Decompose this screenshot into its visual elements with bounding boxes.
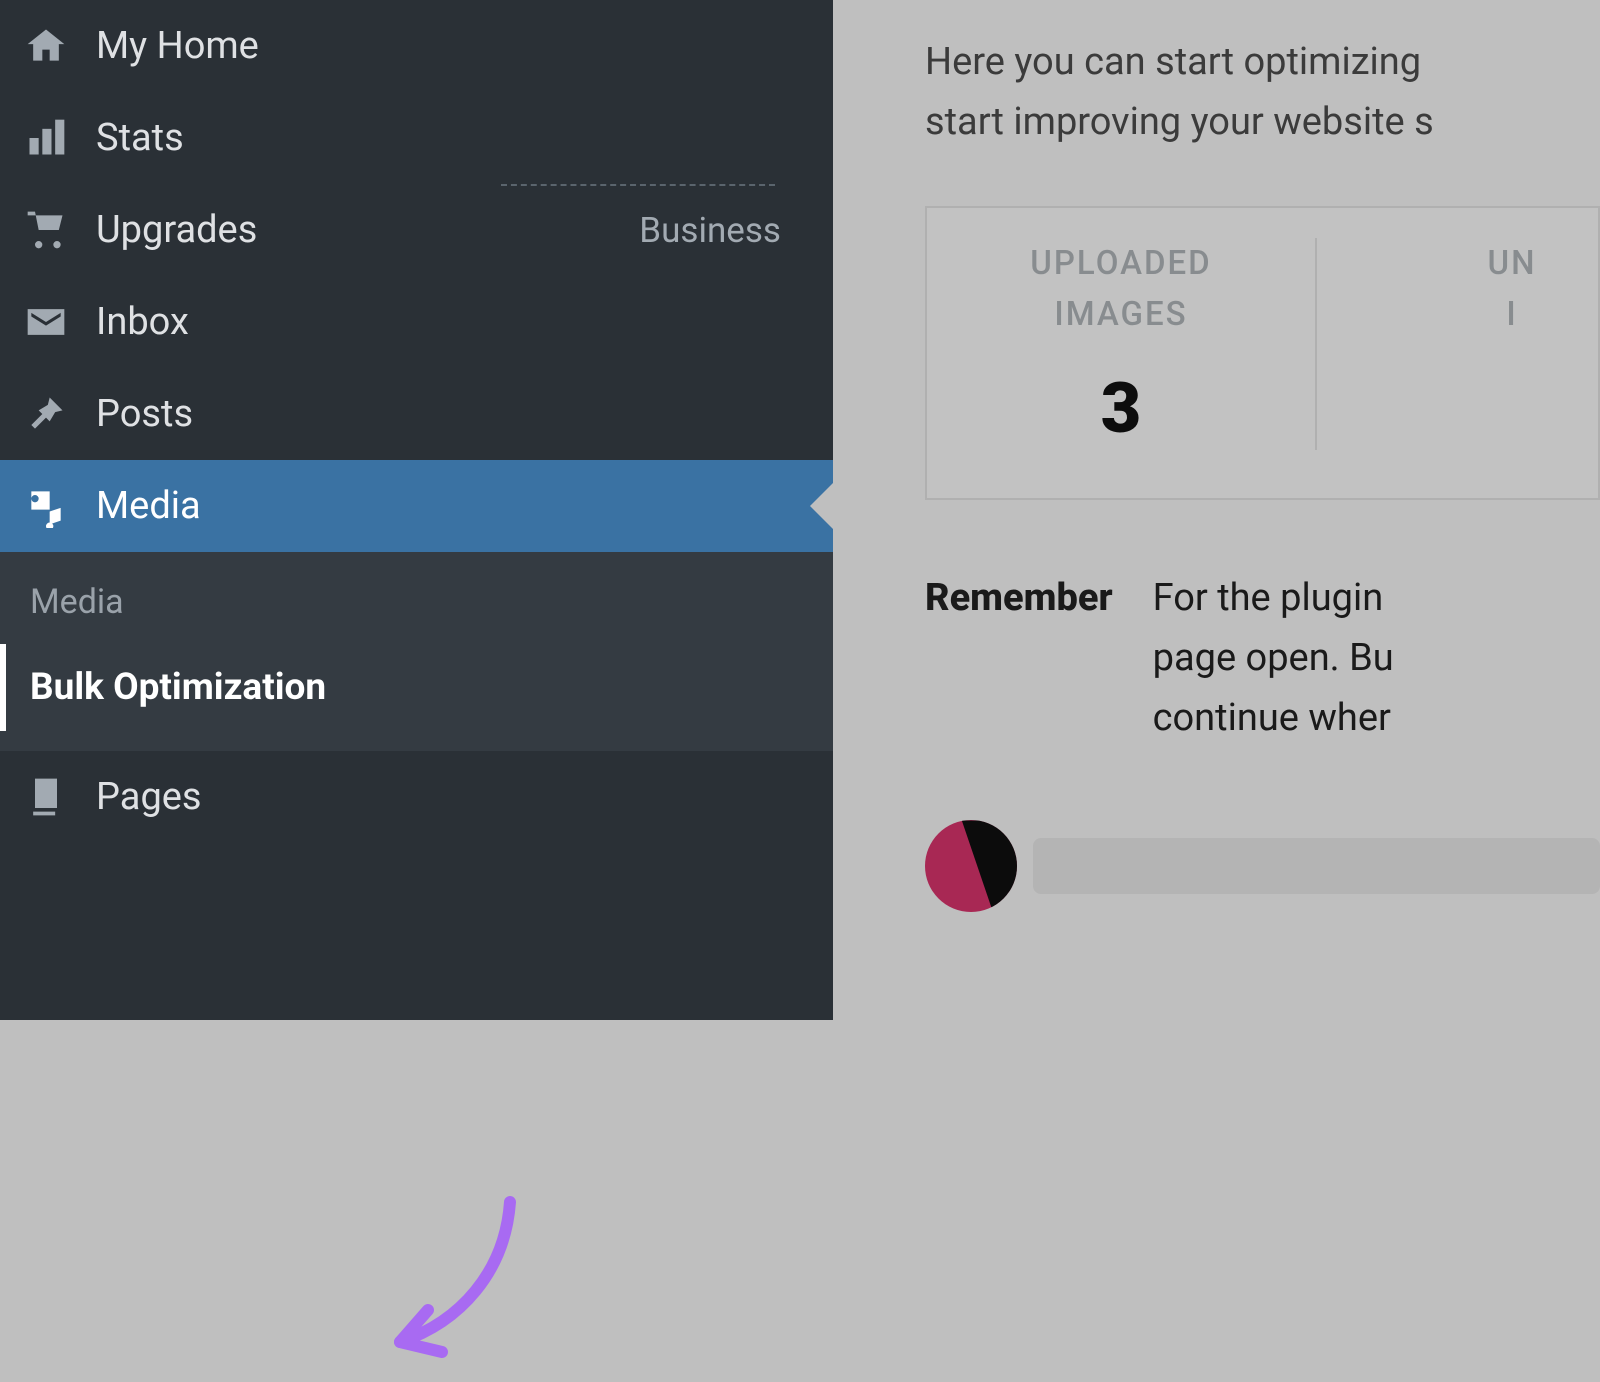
sidebar: My Home Stats Upgrades Business Inbox Po… xyxy=(0,0,833,1020)
sidebar-item-label: Pages xyxy=(96,775,809,819)
remember-line: page open. Bu xyxy=(1153,628,1394,688)
intro-line: start improving your website s xyxy=(925,92,1600,152)
bar-chart-icon xyxy=(24,116,68,160)
sidebar-item-meta: Business xyxy=(639,210,809,251)
stat-label: UPLOADED IMAGES xyxy=(1030,238,1211,340)
stat-uploaded-images: UPLOADED IMAGES 3 xyxy=(927,238,1317,450)
pin-icon xyxy=(24,392,68,436)
submenu-title: Media xyxy=(30,582,124,622)
media-icon xyxy=(24,484,68,528)
progress-row xyxy=(925,820,1600,912)
sidebar-item-label: Upgrades xyxy=(96,208,611,252)
progress-indicator-icon xyxy=(925,820,1017,912)
envelope-icon xyxy=(24,300,68,344)
progress-bar[interactable] xyxy=(1033,838,1600,894)
remember-line: continue wher xyxy=(1153,688,1394,748)
stat-value: 3 xyxy=(1101,368,1142,450)
sidebar-submenu-header[interactable]: Media xyxy=(0,560,833,644)
sidebar-item-upgrades[interactable]: Upgrades Business xyxy=(0,184,833,276)
pages-icon xyxy=(24,775,68,819)
stat-unoptimized: UN I xyxy=(1317,238,1600,450)
main-content: Here you can start optimizing start impr… xyxy=(833,0,1600,1020)
sidebar-item-pages[interactable]: Pages xyxy=(0,751,833,843)
stat-label: UN I xyxy=(1487,238,1536,340)
dashed-divider xyxy=(501,184,775,186)
sidebar-submenu-item-bulk-optimization[interactable]: Bulk Optimization xyxy=(0,644,833,731)
sidebar-item-label: Posts xyxy=(96,392,809,436)
intro-line: Here you can start optimizing xyxy=(925,32,1600,92)
cart-icon xyxy=(24,208,68,252)
sidebar-item-label: Media xyxy=(96,484,809,528)
remember-line: For the plugin xyxy=(1153,568,1394,628)
remember-note: Remember For the plugin page open. Bu co… xyxy=(925,568,1600,748)
arrow-annotation xyxy=(380,1192,530,1382)
remember-label: Remember xyxy=(925,568,1113,748)
sidebar-item-stats[interactable]: Stats xyxy=(0,92,833,184)
sidebar-item-inbox[interactable]: Inbox xyxy=(0,276,833,368)
submenu-item-label: Bulk Optimization xyxy=(30,666,326,709)
sidebar-item-posts[interactable]: Posts xyxy=(0,368,833,460)
remember-body: For the plugin page open. Bu continue wh… xyxy=(1153,568,1394,748)
sidebar-item-label: Stats xyxy=(96,116,809,160)
stats-card: UPLOADED IMAGES 3 UN I xyxy=(925,206,1600,500)
intro-text: Here you can start optimizing start impr… xyxy=(925,32,1600,152)
sidebar-item-label: Inbox xyxy=(96,300,809,344)
sidebar-item-media[interactable]: Media xyxy=(0,460,833,552)
sidebar-submenu: Media Bulk Optimization xyxy=(0,552,833,751)
home-icon xyxy=(24,24,68,68)
sidebar-item-my-home[interactable]: My Home xyxy=(0,0,833,92)
sidebar-item-label: My Home xyxy=(96,24,809,68)
